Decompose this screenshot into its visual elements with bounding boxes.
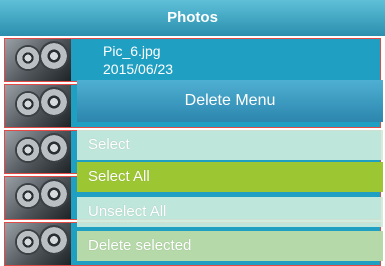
menu-item-select[interactable]: Select bbox=[77, 130, 383, 160]
delete-menu: Delete Menu Select Select All Unselect A… bbox=[77, 80, 383, 265]
photo-list-item[interactable]: Pic_6.jpg 2015/06/23 bbox=[4, 38, 381, 82]
photo-date: 2015/06/23 bbox=[103, 61, 174, 77]
photo-name: Pic_6.jpg bbox=[103, 43, 161, 59]
photo-thumbnail bbox=[5, 223, 71, 265]
app-title: Photos bbox=[167, 9, 218, 26]
menu-item-delete-selected[interactable]: Delete selected bbox=[77, 231, 383, 261]
photo-thumbnail bbox=[5, 85, 71, 127]
photo-thumbnail bbox=[5, 39, 71, 81]
menu-item-select-all[interactable]: Select All bbox=[77, 162, 383, 192]
delete-menu-title: Delete Menu bbox=[77, 80, 383, 122]
photo-thumbnail bbox=[5, 131, 71, 173]
app-title-bar: Photos bbox=[0, 0, 385, 36]
photo-info: Pic_6.jpg 2015/06/23 bbox=[103, 42, 173, 78]
photo-thumbnail bbox=[5, 177, 71, 219]
menu-item-unselect-all[interactable]: Unselect All bbox=[77, 197, 383, 227]
